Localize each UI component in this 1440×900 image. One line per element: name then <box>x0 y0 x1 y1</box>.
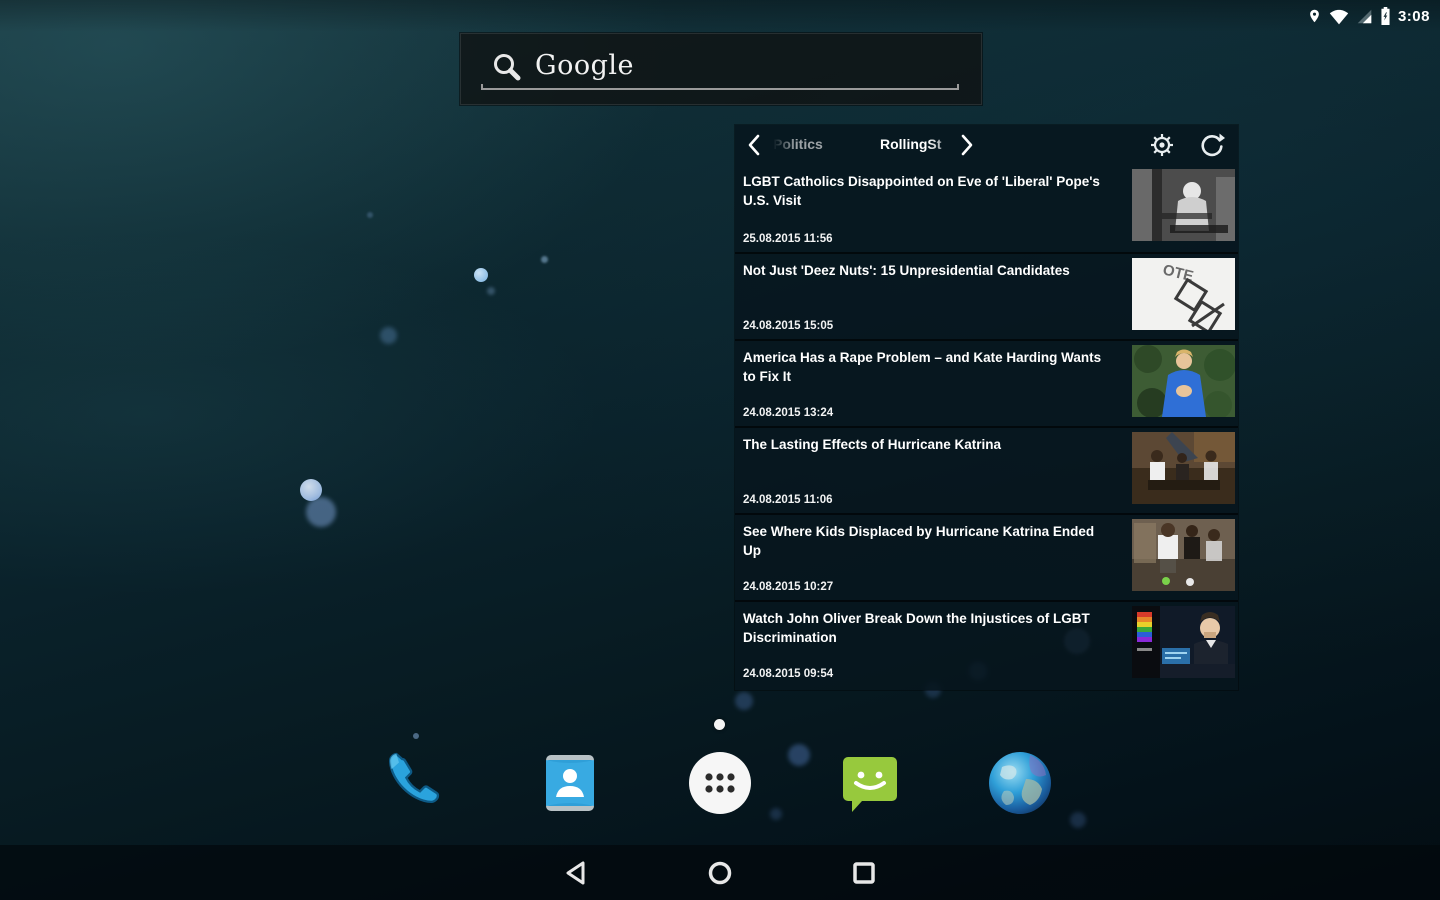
article-row[interactable]: America Has a Rape Problem – and Kate Ha… <box>735 339 1238 426</box>
browser-app-icon[interactable] <box>986 749 1054 817</box>
article-title: Not Just 'Deez Nuts': 15 Unpresidential … <box>743 263 1070 278</box>
phone-app-icon[interactable] <box>386 749 454 817</box>
article-row[interactable]: Not Just 'Deez Nuts': 15 Unpresidential … <box>735 252 1238 339</box>
search-icon <box>489 50 525 91</box>
article-row[interactable]: Watch John Oliver Break Down the Injusti… <box>735 600 1238 687</box>
article-date: 24.08.2015 11:06 <box>743 494 833 506</box>
article-thumbnail <box>1132 606 1235 678</box>
page-indicator-dot <box>714 719 725 730</box>
chevron-left-icon[interactable] <box>747 134 761 161</box>
article-date: 24.08.2015 15:05 <box>743 320 834 332</box>
article-thumbnail: OTE <box>1132 258 1235 330</box>
recents-button[interactable] <box>850 859 878 887</box>
tab-politics[interactable]: Politics <box>773 136 823 152</box>
bokeh-dot <box>541 256 548 263</box>
status-bar: 3:08 <box>0 0 1440 32</box>
article-date: 24.08.2015 09:54 <box>743 668 834 680</box>
bokeh-dot <box>474 268 488 282</box>
navigation-bar <box>0 845 1440 900</box>
bokeh-dot <box>1070 812 1086 828</box>
article-thumbnail <box>1132 519 1235 591</box>
battery-icon <box>1380 7 1391 25</box>
news-feed-widget: Politics RollingSt LGBT Catholics Disapp… <box>735 125 1238 690</box>
bokeh-dot <box>770 808 782 820</box>
article-thumbnail <box>1132 432 1235 504</box>
chevron-right-icon[interactable] <box>960 134 974 161</box>
bokeh-dot <box>735 692 753 710</box>
wifi-icon <box>1329 8 1349 25</box>
search-underline <box>481 84 959 90</box>
app-drawer-icon[interactable] <box>686 749 754 817</box>
bokeh-dot <box>487 287 495 295</box>
article-list: LGBT Catholics Disappointed on Eve of 'L… <box>735 165 1238 690</box>
gear-icon[interactable] <box>1148 131 1176 164</box>
location-icon <box>1307 7 1322 25</box>
cell-signal-icon <box>1356 8 1373 25</box>
article-title: The Lasting Effects of Hurricane Katrina <box>743 437 1002 452</box>
google-search-widget[interactable]: Google <box>460 33 982 105</box>
status-clock: 3:08 <box>1397 7 1430 25</box>
tab-rollingstone[interactable]: RollingSt <box>880 136 966 152</box>
article-thumbnail <box>1132 169 1235 241</box>
article-row[interactable]: The Lasting Effects of Hurricane Katrina… <box>735 426 1238 513</box>
article-date: 24.08.2015 13:24 <box>743 407 834 419</box>
article-date: 25.08.2015 11:56 <box>743 233 833 245</box>
refresh-icon[interactable] <box>1198 131 1226 164</box>
messaging-app-icon[interactable] <box>836 749 904 817</box>
home-screen-wallpaper: 3:08 Google Politics RollingSt LGBT Cath… <box>0 0 1440 900</box>
bokeh-dot <box>306 497 336 527</box>
article-title: Watch John Oliver Break Down the Injusti… <box>743 611 1090 645</box>
home-button[interactable] <box>706 859 734 887</box>
article-row[interactable]: See Where Kids Displaced by Hurricane Ka… <box>735 513 1238 600</box>
bokeh-dot <box>788 744 810 766</box>
bokeh-dot <box>380 327 397 344</box>
bokeh-dot <box>300 479 322 501</box>
bokeh-dot <box>413 733 419 739</box>
article-thumbnail <box>1132 345 1235 417</box>
article-date: 24.08.2015 10:27 <box>743 581 834 593</box>
back-button[interactable] <box>562 859 590 887</box>
article-title: America Has a Rape Problem – and Kate Ha… <box>743 350 1102 384</box>
article-title: LGBT Catholics Disappointed on Eve of 'L… <box>743 174 1100 208</box>
google-logo: Google <box>535 50 634 81</box>
contacts-app-icon[interactable] <box>536 749 604 817</box>
bokeh-dot <box>367 212 373 218</box>
article-title: See Where Kids Displaced by Hurricane Ka… <box>743 524 1095 558</box>
news-widget-header: Politics RollingSt <box>735 125 1238 165</box>
article-row[interactable]: LGBT Catholics Disappointed on Eve of 'L… <box>735 165 1238 252</box>
